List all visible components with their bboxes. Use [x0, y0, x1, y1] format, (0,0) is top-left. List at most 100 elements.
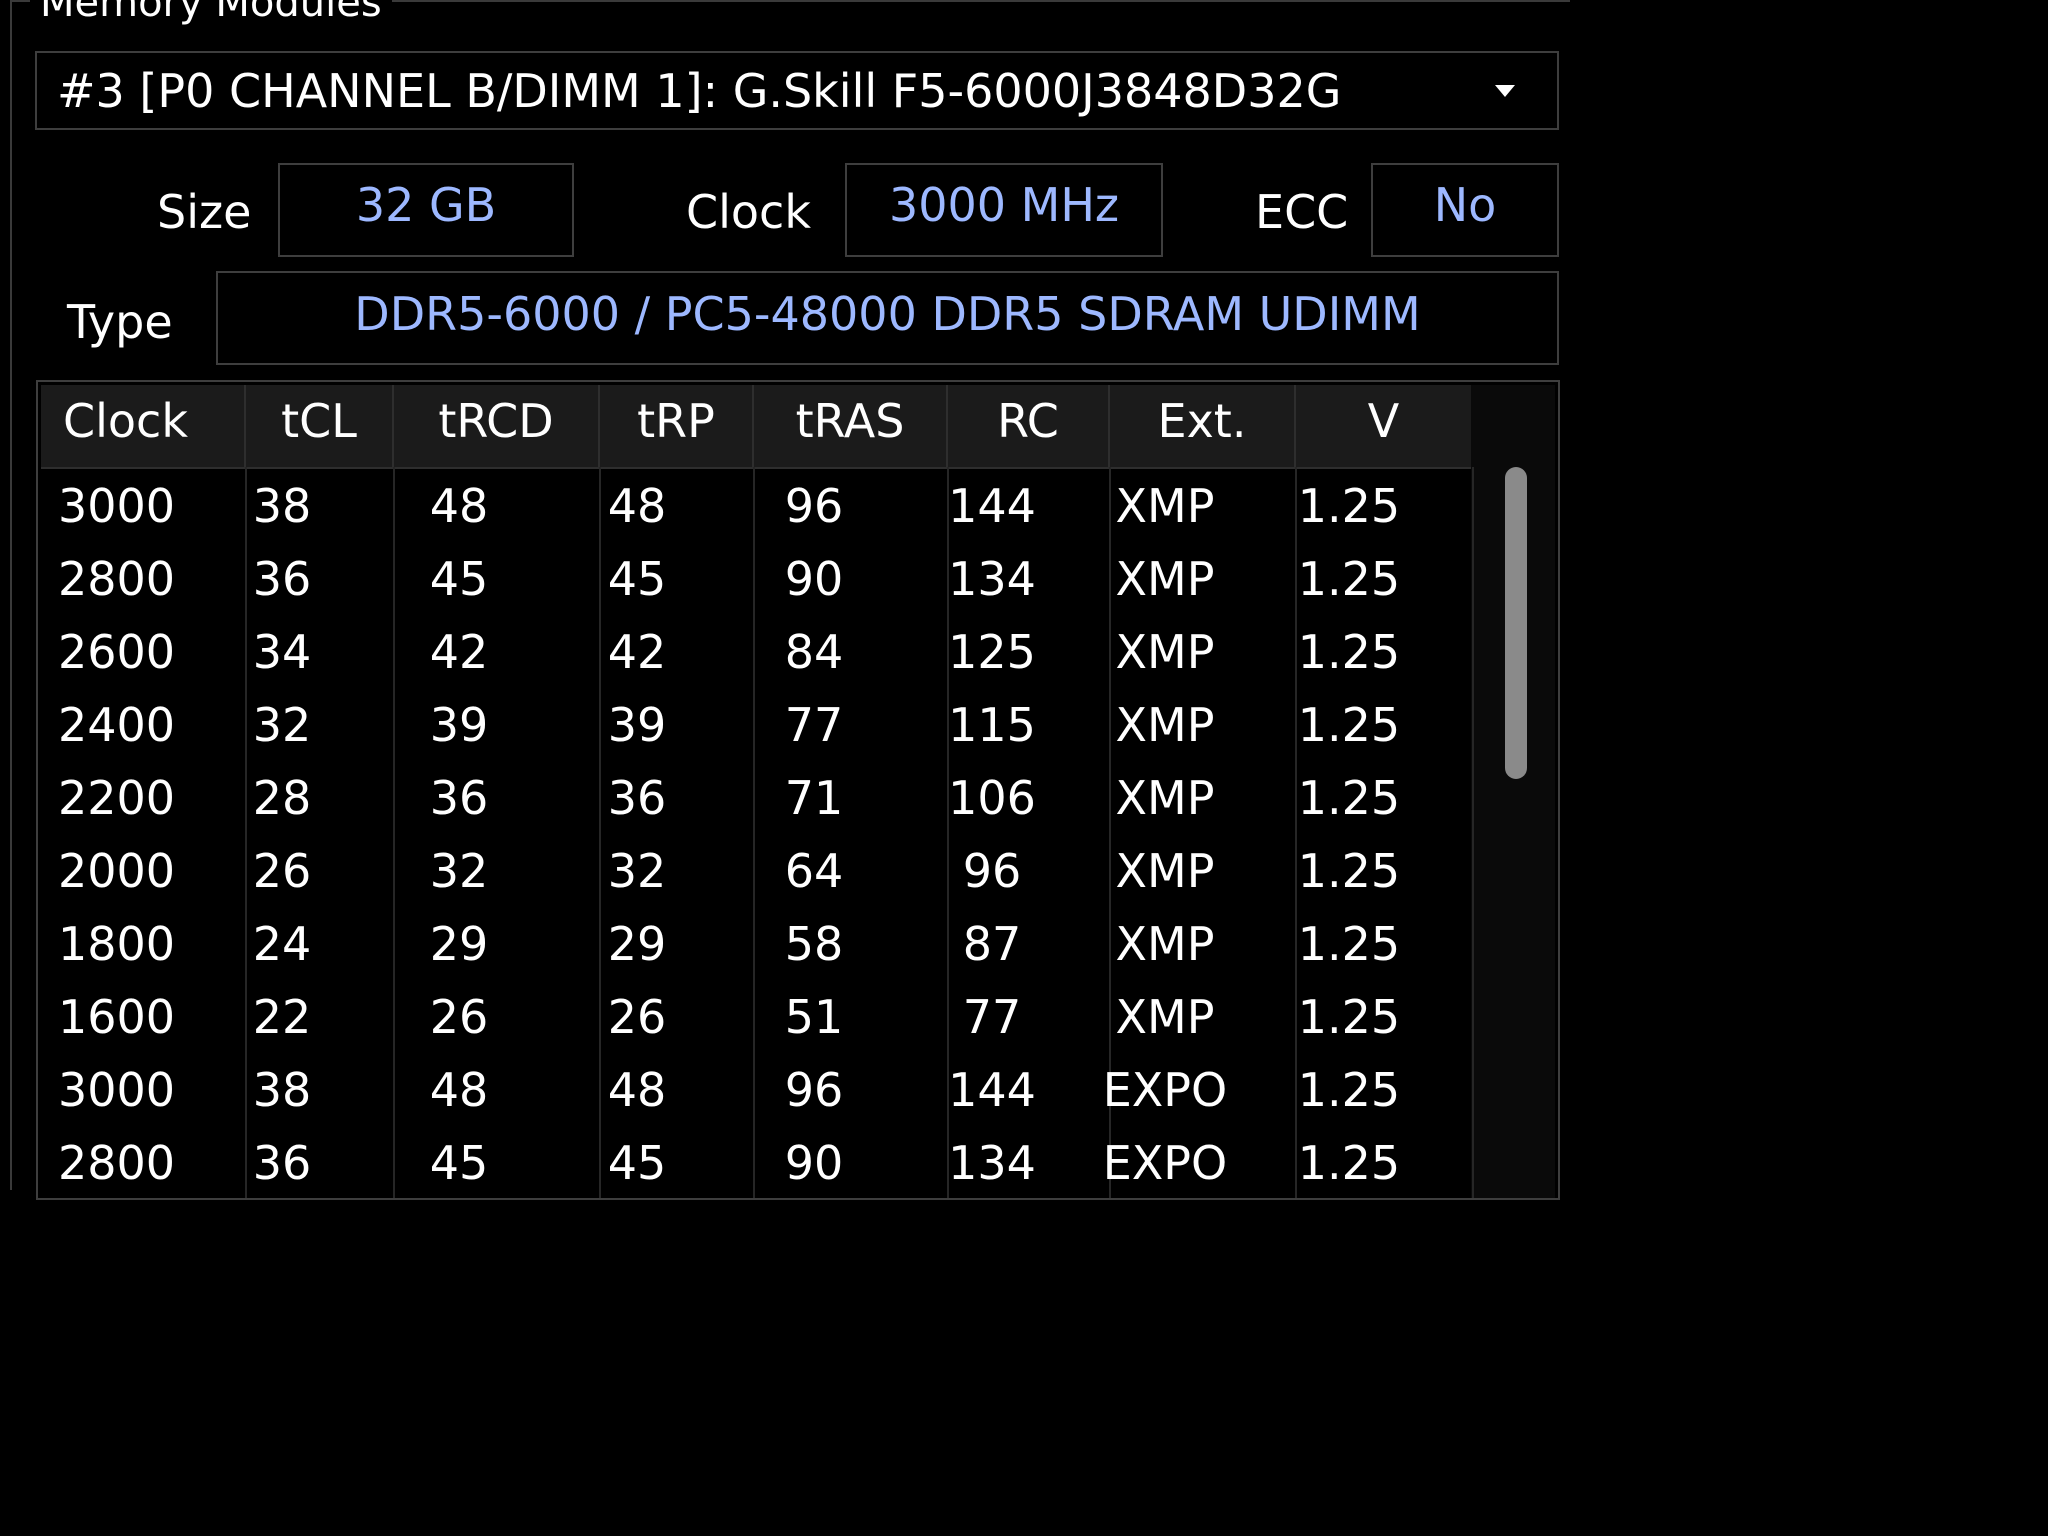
table-cell: 34	[252, 625, 312, 679]
table-cell: 45	[607, 1136, 667, 1190]
table-cell: 39	[429, 698, 489, 752]
table-row[interactable]: 2400 32 39 39 77 115 XMP 1.25	[38, 689, 1474, 762]
table-cell: 36	[252, 552, 312, 606]
table-cell: EXPO	[1102, 1063, 1228, 1117]
table-cell: 32	[429, 844, 489, 898]
table-cell: EXPO	[1102, 1136, 1228, 1190]
table-cell: 26	[429, 990, 489, 1044]
table-cell: XMP	[1115, 990, 1215, 1044]
table-cell: 51	[784, 990, 844, 1044]
table-cell: XMP	[1115, 625, 1215, 679]
table-cell: 71	[784, 771, 844, 825]
ecc-field: No	[1371, 163, 1559, 257]
column-header[interactable]: tRCD	[394, 385, 600, 467]
column-header[interactable]: tCL	[246, 385, 394, 467]
table-cell: 26	[607, 990, 667, 1044]
table-cell: 48	[607, 479, 667, 533]
table-cell: 144	[948, 1063, 1036, 1117]
column-header[interactable]: RC	[948, 385, 1110, 467]
table-cell: 48	[607, 1063, 667, 1117]
table-cell: 84	[784, 625, 844, 679]
column-header[interactable]: Ext.	[1110, 385, 1296, 467]
type-label: Type	[67, 295, 173, 349]
table-cell: 29	[429, 917, 489, 971]
table-cell: XMP	[1115, 698, 1215, 752]
table-cell: 1.25	[1297, 771, 1401, 825]
table-cell: 134	[948, 552, 1036, 606]
table-cell: 96	[784, 1063, 844, 1117]
table-row[interactable]: 2800 36 45 45 90 134 EXPO 1.25	[38, 1127, 1474, 1198]
table-cell: 45	[429, 1136, 489, 1190]
table-cell: 87	[962, 917, 1022, 971]
table-cell: 77	[784, 698, 844, 752]
module-select-dropdown[interactable]: #3 [P0 CHANNEL B/DIMM 1]: G.Skill F5-600…	[35, 51, 1559, 130]
table-cell: 28	[252, 771, 312, 825]
table-cell: 45	[607, 552, 667, 606]
table-cell: XMP	[1115, 844, 1215, 898]
column-header[interactable]: tRP	[600, 385, 754, 467]
column-header[interactable]: Clock	[41, 385, 246, 467]
table-cell: 48	[429, 1063, 489, 1117]
table-cell: 45	[429, 552, 489, 606]
table-row[interactable]: 1800 24 29 29 58 87 XMP 1.25	[38, 908, 1474, 981]
size-field: 32 GB	[278, 163, 574, 257]
table-cell: XMP	[1115, 771, 1215, 825]
table-row[interactable]: 2000 26 32 32 64 96 XMP 1.25	[38, 835, 1474, 908]
clock-label: Clock	[686, 185, 811, 239]
table-cell: 96	[784, 479, 844, 533]
table-cell: 1.25	[1297, 917, 1401, 971]
size-label: Size	[157, 185, 252, 239]
clock-field: 3000 MHz	[845, 163, 1163, 257]
table-cell: 32	[252, 698, 312, 752]
column-header[interactable]: tRAS	[754, 385, 948, 467]
timings-table[interactable]: Clock tCL tRCD tRP tRAS RC Ext. V 3000 38 48 48 96 1…	[36, 380, 1560, 1200]
table-cell: 42	[607, 625, 667, 679]
table-cell: 90	[784, 552, 844, 606]
table-cell: 90	[784, 1136, 844, 1190]
table-cell: 144	[948, 479, 1036, 533]
group-title: Memory Modules	[30, 0, 392, 28]
table-cell: 1.25	[1297, 990, 1401, 1044]
table-cell: 36	[429, 771, 489, 825]
table-cell: 1.25	[1297, 479, 1401, 533]
table-cell: XMP	[1115, 917, 1215, 971]
table-cell: 134	[948, 1136, 1036, 1190]
dropdown-arrow-icon[interactable]	[1495, 85, 1515, 97]
module-select-value: #3 [P0 CHANNEL B/DIMM 1]: G.Skill F5-600…	[57, 64, 1342, 118]
ecc-label: ECC	[1255, 185, 1349, 239]
table-cell: 1.25	[1297, 625, 1401, 679]
table-cell: 26	[252, 844, 312, 898]
table-row[interactable]: 1600 22 26 26 51 77 XMP 1.25	[38, 981, 1474, 1054]
table-cell: 58	[784, 917, 844, 971]
table-cell: 36	[607, 771, 667, 825]
table-header: Clock tCL tRCD tRP tRAS RC Ext. V	[41, 385, 1473, 469]
table-row[interactable]: 2200 28 36 36 71 106 XMP 1.25	[38, 762, 1474, 835]
table-cell: XMP	[1115, 552, 1215, 606]
table-cell: XMP	[1115, 479, 1215, 533]
table-row[interactable]: 2800 36 45 45 90 134 XMP 1.25	[38, 543, 1474, 616]
column-header[interactable]: V	[1296, 385, 1473, 467]
table-cell: 115	[948, 698, 1036, 752]
table-cell: 77	[962, 990, 1022, 1044]
table-row[interactable]: 3000 38 48 48 96 144 EXPO 1.25	[38, 1054, 1474, 1127]
table-cell: 38	[252, 1063, 312, 1117]
table-cell: 48	[429, 479, 489, 533]
table-cell: 1.25	[1297, 698, 1401, 752]
table-cell: 1.25	[1297, 1063, 1401, 1117]
table-cell: 38	[252, 479, 312, 533]
scrollbar-thumb[interactable]	[1505, 467, 1527, 779]
table-row[interactable]: 3000 38 48 48 96 144 XMP 1.25	[38, 470, 1474, 543]
table-cell: 1.25	[1297, 1136, 1401, 1190]
table-row[interactable]: 2600 34 42 42 84 125 XMP 1.25	[38, 616, 1474, 689]
table-cell: 1.25	[1297, 552, 1401, 606]
table-cell: 39	[607, 698, 667, 752]
table-cell: 1.25	[1297, 844, 1401, 898]
table-cell: 106	[948, 771, 1036, 825]
table-cell: 42	[429, 625, 489, 679]
table-cell: 29	[607, 917, 667, 971]
table-cell: 22	[252, 990, 312, 1044]
table-cell: 24	[252, 917, 312, 971]
type-field: DDR5-6000 / PC5-48000 DDR5 SDRAM UDIMM	[216, 271, 1559, 365]
table-cell: 96	[962, 844, 1022, 898]
table-cell: 64	[784, 844, 844, 898]
